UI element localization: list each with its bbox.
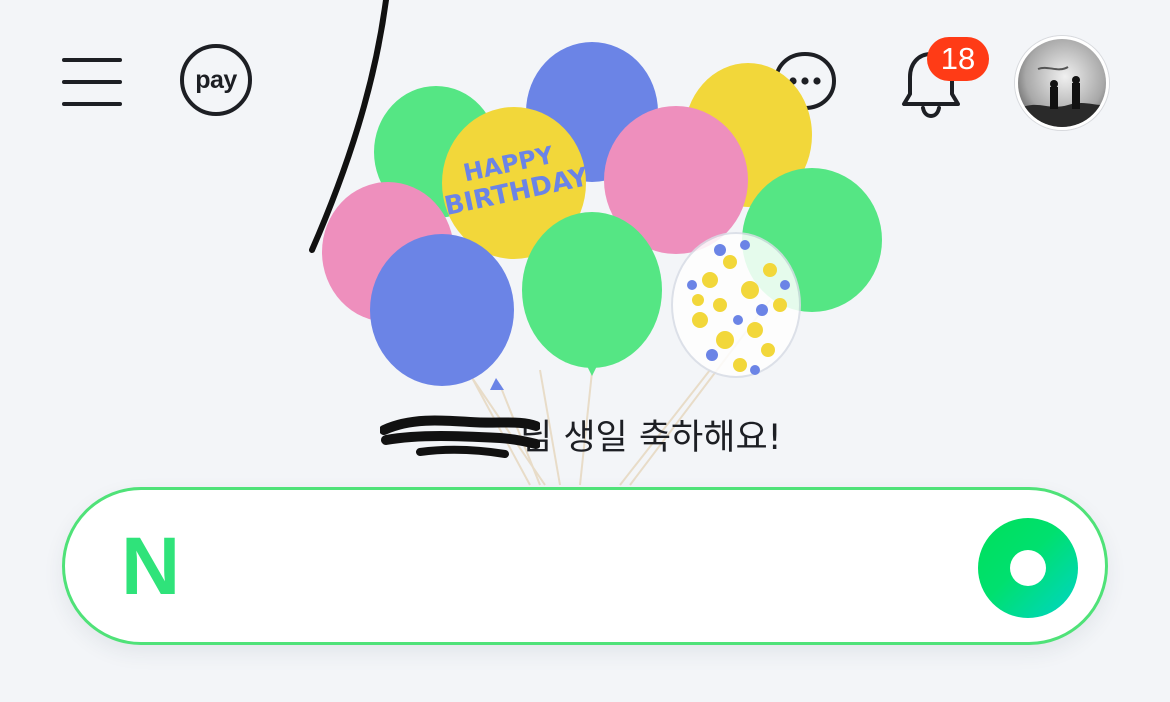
naver-logo[interactable]: N	[121, 526, 195, 608]
search-input[interactable]	[225, 530, 969, 604]
greeting-text: 님 생일 축하해요!	[520, 417, 782, 458]
pay-button[interactable]: pay	[180, 44, 252, 116]
search-bar[interactable]: N	[62, 487, 1108, 645]
avatar[interactable]	[1015, 36, 1109, 130]
notification-badge: 18	[927, 37, 989, 81]
birthday-greeting: 님 생일 축하해요!	[379, 404, 782, 464]
menu-icon[interactable]	[60, 54, 126, 110]
redacted-name	[379, 408, 541, 460]
voice-search-icon[interactable]	[978, 518, 1078, 618]
